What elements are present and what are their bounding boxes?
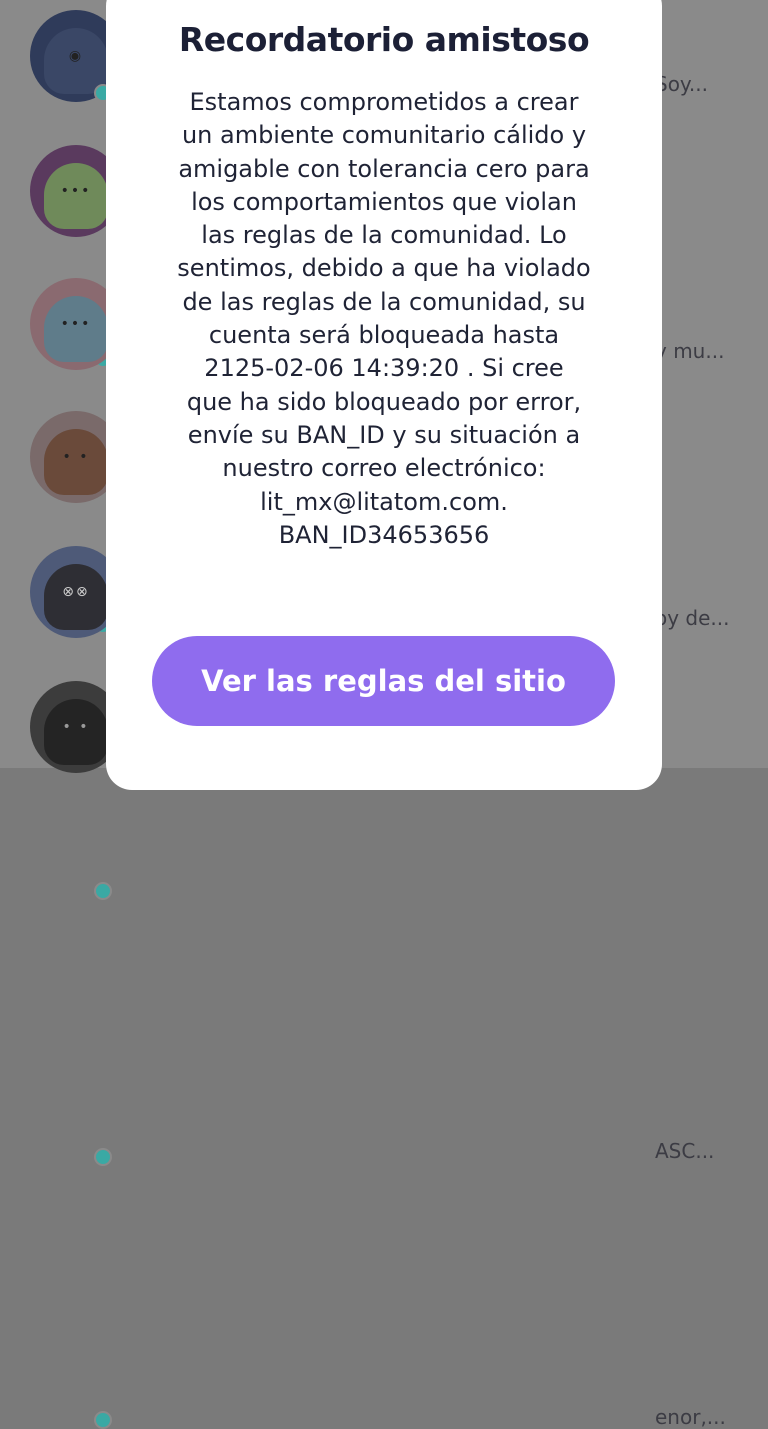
online-status-dot <box>94 882 112 900</box>
ban-notice-dialog: Recordatorio amistoso Estamos comprometi… <box>106 0 662 790</box>
dialog-message-line: los comportamientos que violan <box>191 187 577 216</box>
dialog-message-line: sentimos, debido a que ha violado <box>177 254 591 283</box>
support-email: lit_mx@litatom.com. <box>260 487 508 516</box>
dialog-message-line: amigable con tolerancia cero para <box>178 154 590 183</box>
dialog-message-line: Estamos comprometidos a crear <box>189 88 579 116</box>
dialog-message: Estamos comprometidos a crear un ambient… <box>150 86 618 552</box>
dialog-title: Recordatorio amistoso <box>178 20 590 59</box>
dialog-message-line: de las reglas de la comunidad, su <box>182 287 586 316</box>
dialog-message-line: un ambiente comunitario cálido y <box>181 121 587 150</box>
dialog-message-line: que ha sido bloqueado por error, <box>186 387 582 416</box>
view-site-rules-button[interactable]: Ver las reglas del sitio <box>152 636 615 726</box>
dialog-message-line: 2125-02-06 14:39:20 . Si cree <box>204 354 564 383</box>
message-snippet: ASC... <box>655 1139 715 1163</box>
dialog-message-line: cuenta será bloqueada hasta <box>208 321 560 350</box>
online-status-dot <box>94 1148 112 1166</box>
dialog-message-line: las reglas de la comunidad. Lo <box>201 221 567 250</box>
dialog-message-line: nuestro correo electrónico: <box>222 454 546 483</box>
ban-id: BAN_ID34653656 <box>278 520 490 549</box>
online-status-dot <box>94 1411 112 1429</box>
message-snippet: enor,... <box>655 1405 726 1429</box>
dialog-message-line: envíe su BAN_ID y su situación a <box>187 420 581 449</box>
